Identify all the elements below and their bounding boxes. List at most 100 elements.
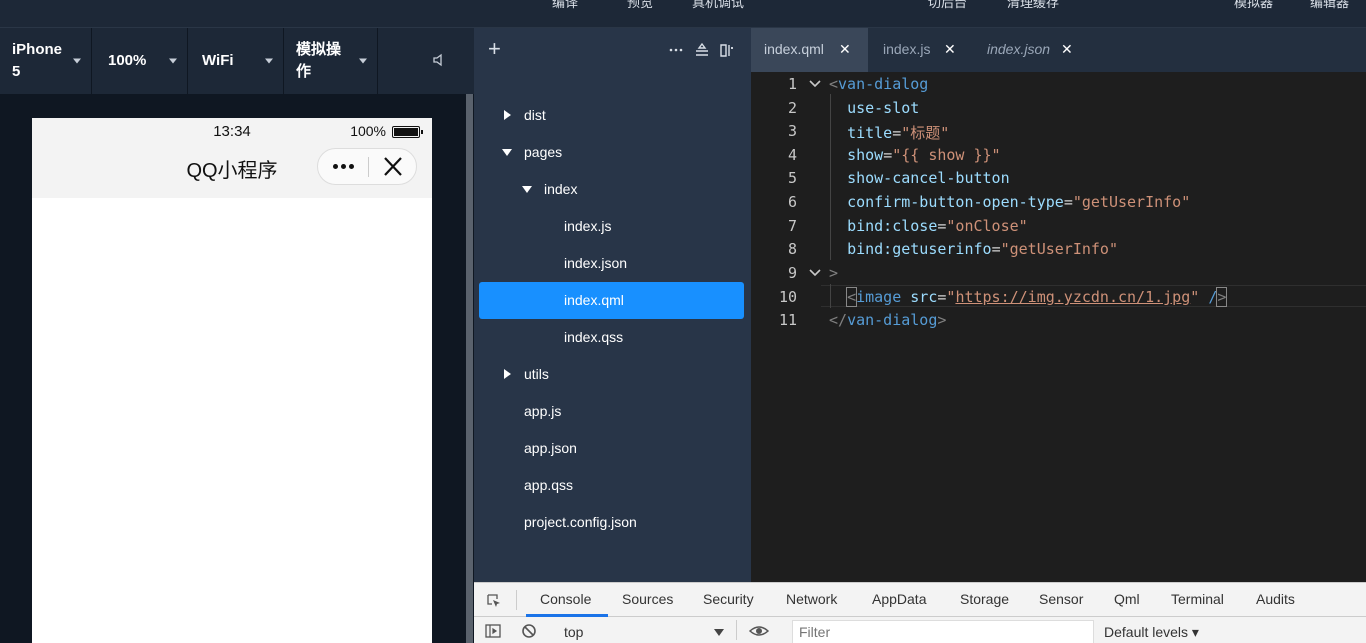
tree-folder-pages[interactable]: pages [479, 134, 744, 171]
tab-index-json[interactable]: index.json ✕ [971, 28, 1091, 72]
code-attr: show [847, 146, 884, 164]
caret-right-icon [504, 369, 511, 379]
tree-label: pages [524, 144, 563, 160]
tree-label: index.js [564, 218, 612, 234]
tree-label: app.json [524, 440, 577, 456]
tree-folder-dist[interactable]: dist [479, 97, 744, 134]
preview-button[interactable]: 预览 [627, 0, 653, 11]
capsule-menu [317, 148, 417, 185]
code-tag: van-dialog [838, 75, 929, 93]
caret-down-icon [522, 186, 532, 193]
caret-down-icon [502, 149, 512, 156]
battery-fill [394, 128, 418, 136]
simulator-controls: iPhone 5 100% WiFi 模拟操作 [0, 28, 474, 94]
code-line-10: <image src="https://img.yzcdn.cn/1.jpg" … [846, 287, 1228, 307]
code-line-5: show-cancel-button [829, 169, 1010, 187]
fold-chevron-icon[interactable] [809, 267, 821, 279]
line-number: 8 [787, 240, 797, 258]
tab-index-qml[interactable]: index.qml ✕ [751, 28, 868, 72]
tab-qml[interactable]: Qml [1114, 591, 1140, 607]
tab-audits[interactable]: Audits [1256, 591, 1295, 607]
editor-tabs: index.qml ✕ index.js ✕ index.json ✕ [751, 28, 1366, 72]
simulator-toggle-button[interactable]: 模拟器 [1234, 0, 1273, 11]
tab-storage[interactable]: Storage [960, 591, 1009, 607]
line-number: 3 [787, 122, 797, 140]
tab-index-js[interactable]: index.js ✕ [868, 28, 971, 72]
code-tag: van-dialog [847, 311, 938, 329]
code-tag: image [856, 288, 902, 306]
close-icon[interactable]: ✕ [839, 41, 851, 58]
tab-appdata[interactable]: AppData [872, 591, 926, 607]
inspect-element-icon[interactable] [486, 593, 502, 609]
devtools-panel: Console Sources Security Network AppData… [474, 582, 1366, 643]
add-icon[interactable]: + [488, 38, 501, 60]
tree-file-index-qss[interactable]: index.qss [479, 319, 744, 356]
tab-security[interactable]: Security [703, 591, 754, 607]
line-number: 7 [787, 217, 797, 235]
code-editor[interactable]: 1 2 3 4 5 6 7 8 9 10 11 <van-dialog use-… [751, 72, 1366, 582]
code-attr: use-slot [847, 99, 920, 117]
code-attr: bind:getuserinfo [847, 240, 992, 258]
tab-sensor[interactable]: Sensor [1039, 591, 1083, 607]
top-toolbar: 编译 预览 真机调试 切后台 清理缓存 模拟器 编辑器 [0, 0, 1366, 28]
zoom-label: 100% [108, 52, 147, 69]
tree-label: dist [524, 107, 546, 123]
operation-label: 模拟操作 [296, 41, 342, 80]
code-value: "标题" [901, 124, 950, 142]
operation-select[interactable]: 模拟操作 [284, 28, 378, 94]
tree-file-index-js[interactable]: index.js [479, 208, 744, 245]
tree-file-app-json[interactable]: app.json [479, 430, 744, 467]
tree-label: index.json [564, 255, 628, 271]
tree-folder-index[interactable]: index [479, 171, 744, 208]
clear-cache-button[interactable]: 清理缓存 [1007, 0, 1059, 11]
split-icon[interactable] [719, 42, 735, 58]
code-url[interactable]: https://img.yzcdn.cn/1.jpg [955, 288, 1190, 306]
tree-label: project.config.json [524, 514, 637, 530]
navigation-bar: 13:34 100% QQ小程序 [32, 118, 432, 198]
console-toolbar: top Default levels ▾ [474, 617, 1366, 643]
tab-sources[interactable]: Sources [622, 591, 673, 607]
background-button[interactable]: 切后台 [928, 0, 967, 11]
tab-console[interactable]: Console [540, 591, 591, 607]
remote-debug-button[interactable]: 真机调试 [692, 0, 744, 11]
tree-file-index-json[interactable]: index.json [479, 245, 744, 282]
device-select[interactable]: iPhone 5 [0, 28, 92, 94]
line-number: 10 [778, 288, 797, 306]
chevron-down-icon [359, 58, 367, 64]
tree-file-project-config[interactable]: project.config.json [479, 504, 744, 541]
volume-icon[interactable] [432, 53, 446, 67]
tree-file-index-qml[interactable]: index.qml [479, 282, 744, 319]
filter-input[interactable] [792, 620, 1094, 643]
eye-icon[interactable] [749, 623, 769, 639]
log-levels-select[interactable]: Default levels ▾ [1104, 624, 1199, 641]
tab-network[interactable]: Network [786, 591, 837, 607]
toolbar-divider [516, 590, 517, 610]
tab-label: index.qml [764, 41, 824, 57]
close-icon[interactable]: ✕ [1061, 41, 1073, 58]
tree-file-app-qss[interactable]: app.qss [479, 467, 744, 504]
code-line-3: title="标题" [847, 124, 950, 142]
code-line-6: confirm-button-open-type="getUserInfo" [847, 193, 1191, 211]
tree-label: index.qss [564, 329, 624, 345]
chevron-down-icon [169, 58, 177, 64]
sidebar-toggle-icon[interactable] [485, 623, 501, 639]
close-icon[interactable]: ✕ [944, 41, 956, 58]
fold-chevron-icon[interactable] [809, 78, 821, 90]
tab-terminal[interactable]: Terminal [1171, 591, 1224, 607]
clear-console-icon[interactable] [521, 623, 537, 639]
tree-file-app-js[interactable]: app.js [479, 393, 744, 430]
close-icon[interactable] [369, 149, 417, 184]
compile-button[interactable]: 编译 [552, 0, 578, 11]
tree-folder-utils[interactable]: utils [479, 356, 744, 393]
zoom-select[interactable]: 100% [92, 28, 188, 94]
more-icon[interactable] [318, 149, 368, 184]
more-icon[interactable] [668, 42, 684, 58]
code-value: "{{ show }}" [892, 146, 1001, 164]
editor-toggle-button[interactable]: 编辑器 [1310, 0, 1349, 11]
collapse-icon[interactable] [694, 42, 710, 58]
code-line-8: bind:getuserinfo="getUserInfo" [847, 240, 1118, 258]
context-select[interactable]: top [564, 624, 583, 640]
network-select[interactable]: WiFi [188, 28, 284, 94]
battery-tip [421, 130, 423, 134]
simulator-scrollbar[interactable] [466, 94, 473, 643]
